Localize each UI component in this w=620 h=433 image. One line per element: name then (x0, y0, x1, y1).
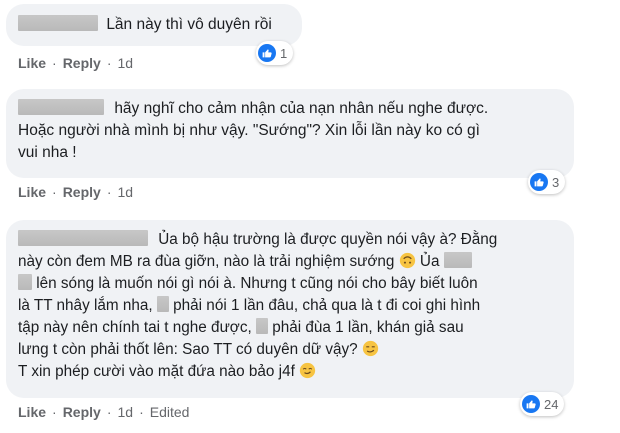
comment-bubble: Ủa bộ hậu trường là được quyền nói vậy à… (6, 220, 574, 398)
reaction-count: 24 (544, 396, 559, 412)
timestamp[interactable]: 1d (117, 404, 133, 420)
redacted-name (443, 252, 472, 269)
like-button[interactable]: Like (18, 184, 46, 200)
comment-line: lưng t còn phải thốt lên: Sao TT có duyê… (18, 339, 562, 361)
timestamp[interactable]: 1d (117, 55, 133, 71)
thumbs-up-icon (258, 44, 276, 62)
comment-text: là TT nhây lắm nha, (18, 297, 153, 314)
reaction-summary[interactable]: 24 (520, 392, 565, 416)
smiling-face-emoji (299, 362, 316, 379)
upside-down-face-emoji (399, 252, 415, 269)
thumbs-up-icon (522, 395, 540, 413)
comment-text: phải nói 1 lần đâu, chả qua là t đi coi … (173, 297, 481, 314)
redacted-name (156, 296, 169, 313)
like-button[interactable]: Like (18, 404, 46, 420)
comment-text: hãy nghĩ cho cảm nhận của nạn nhân nếu n… (114, 100, 489, 117)
comment-text: lưng t còn phải thốt lên: Sao TT có duyê… (18, 341, 358, 358)
comment-line: T xin phép cười vào mặt đứa nào bảo j4f (18, 361, 562, 383)
comment-bubble: hãy nghĩ cho cảm nhận của nạn nhân nếu n… (6, 89, 574, 178)
comment-line: Hoặc người nhà mình bị như vậy. "Sướng"?… (18, 122, 480, 139)
comment-line: tập này nên chính tai t nghe được, phải … (18, 317, 562, 339)
redacted-name (255, 318, 268, 335)
timestamp[interactable]: 1d (117, 184, 133, 200)
comment-line: là TT nhây lắm nha, phải nói 1 lần đâu, … (18, 295, 562, 317)
reply-button[interactable]: Reply (63, 55, 101, 71)
comment-line: hãy nghĩ cho cảm nhận của nạn nhân nếu n… (18, 98, 562, 120)
comment-line: vui nha ! (18, 144, 77, 161)
comment-text: Ủa bộ hậu trường là được quyền nói vậy à… (158, 231, 498, 248)
smirking-face-emoji (362, 340, 379, 357)
separator-dot: · (52, 184, 57, 200)
reaction-summary[interactable]: 3 (528, 170, 566, 194)
comment-text: T xin phép cười vào mặt đứa nào bảo j4f (18, 363, 295, 380)
redacted-author-name (18, 99, 104, 116)
comment-actions: Like · Reply · 1d · Edited (18, 404, 189, 420)
separator-dot: · (52, 55, 57, 71)
comment-text: tập này nên chính tai t nghe được, (18, 319, 252, 336)
reply-button[interactable]: Reply (63, 404, 101, 420)
redacted-author-name (18, 230, 148, 247)
edited-label[interactable]: Edited (150, 404, 190, 420)
thumbs-up-icon (530, 173, 548, 191)
comment-line: Ủa bộ hậu trường là được quyền nói vậy à… (18, 229, 562, 251)
separator-dot: · (106, 184, 112, 200)
redacted-author-name (18, 15, 98, 32)
separator-dot: · (106, 55, 112, 71)
comment-actions: Like · Reply · 1d (18, 184, 133, 200)
reaction-count: 1 (280, 45, 288, 61)
comment-text: phải đùa 1 lần, khán giả sau (272, 319, 464, 336)
redacted-name (18, 274, 32, 291)
comment-text: Lần này thì vô duyên rồi (106, 16, 272, 33)
comment-text: lên sóng là muốn nói gì nói à. Nhưng t c… (36, 275, 478, 292)
like-button[interactable]: Like (18, 55, 46, 71)
comment-line: lên sóng là muốn nói gì nói à. Nhưng t c… (18, 273, 562, 295)
reaction-summary[interactable]: 1 (256, 41, 294, 65)
comment-text: Ủa (419, 253, 440, 270)
reaction-count: 3 (552, 174, 560, 190)
reply-button[interactable]: Reply (63, 184, 101, 200)
separator-dot: · (139, 404, 144, 420)
separator-dot: · (106, 404, 112, 420)
comment-text: này còn đem MB ra đùa giỡn, nào là trải … (18, 253, 395, 270)
comment-line: này còn đem MB ra đùa giỡn, nào là trải … (18, 251, 562, 273)
comment-bubble: Lần này thì vô duyên rồi (6, 4, 302, 46)
separator-dot: · (52, 404, 57, 420)
comment-actions: Like · Reply · 1d (18, 55, 133, 71)
